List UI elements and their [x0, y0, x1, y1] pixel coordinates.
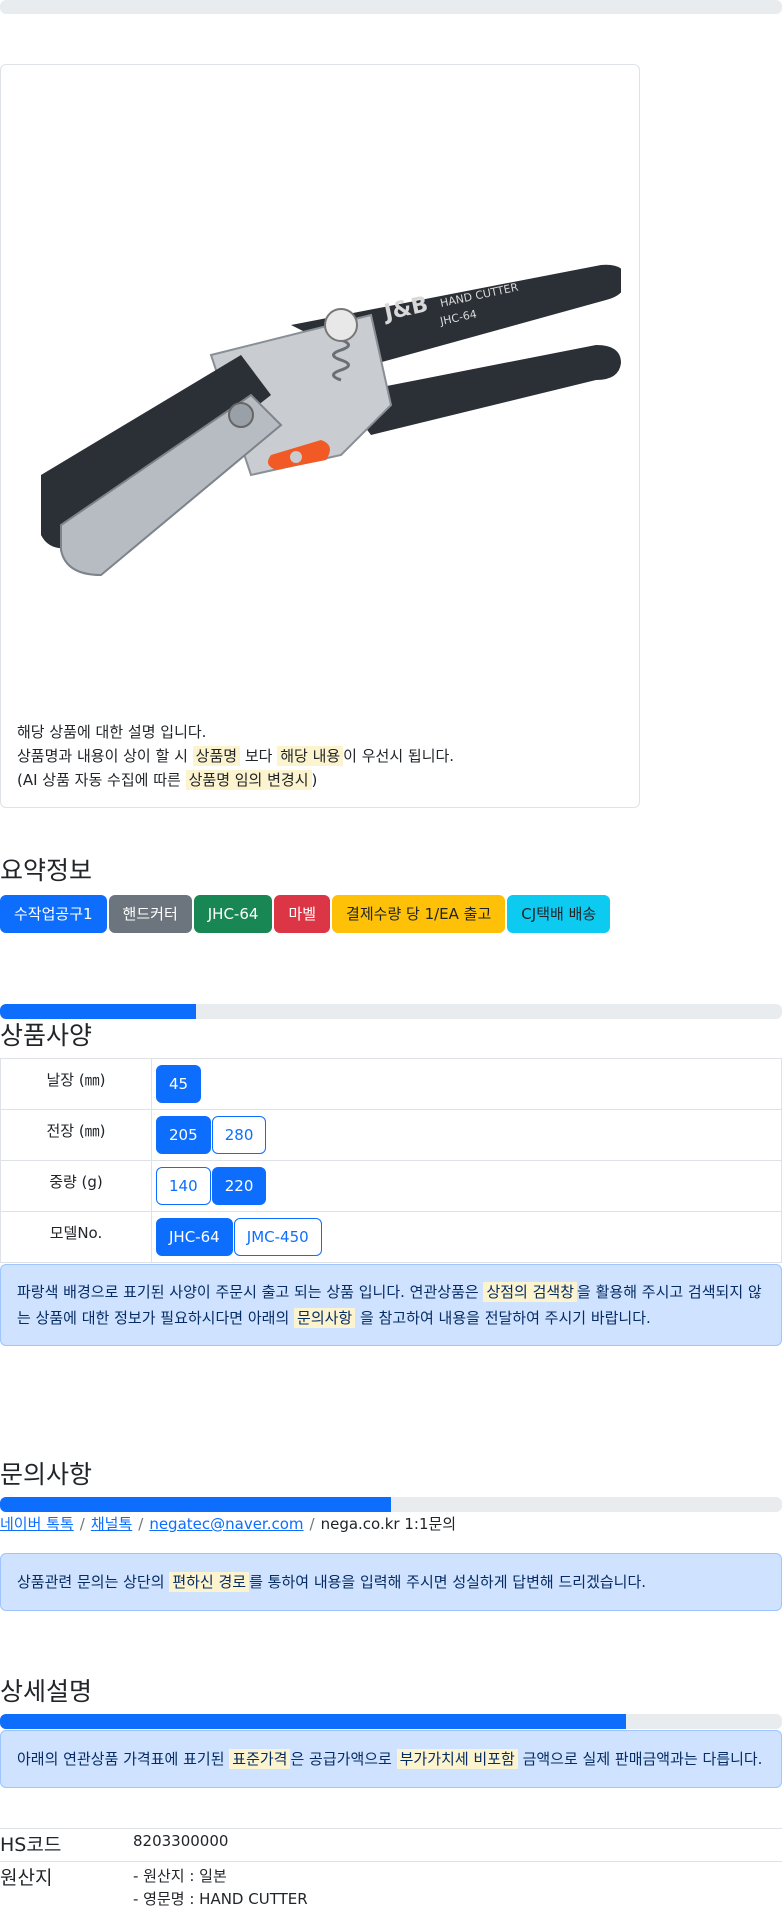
highlight: 상품명 임의 변경시 [185, 770, 312, 790]
top-progress-bar [0, 0, 782, 14]
spec-option[interactable]: 220 [211, 1167, 267, 1205]
notice-text: ) [311, 771, 318, 789]
spec-label: 전장 (㎜) [0, 1109, 152, 1161]
alert-text: 은 공급가액으로 [290, 1750, 397, 1768]
spec-row: 전장 (㎜) 205 280 [0, 1109, 782, 1161]
highlight: 상품명 [192, 746, 241, 766]
product-card: J&B HAND CUTTER JHC-64 해당 상품에 대한 설명 입니다.… [0, 64, 640, 808]
alert-text: 금액으로 실제 판매금액과는 다릅니다. [517, 1750, 763, 1768]
spec-label: 날장 (㎜) [0, 1058, 152, 1110]
alert-text: 상품관련 문의는 상단의 [17, 1573, 170, 1591]
spec-values: JHC-64 JMC-450 [151, 1211, 782, 1263]
badge-type: 핸드커터 [108, 895, 192, 933]
origin-row: 원산지 - 원산지 : 일본 - 영문명 : HAND CUTTER [0, 1861, 782, 1910]
notice-text: 상품명과 내용이 상이 할 시 [17, 747, 193, 765]
alert-text: 파랑색 배경으로 표기된 사양이 주문시 출고 되는 상품 입니다. 연관상품은 [17, 1283, 484, 1301]
inquiry-progress [0, 1497, 782, 1512]
naver-talk-link[interactable]: 네이버 톡톡 [0, 1515, 74, 1533]
alert-text: 를 통하여 내용을 입력해 주시면 성실하게 답변해 드리겠습니다. [249, 1573, 647, 1591]
spec-option[interactable]: JMC-450 [233, 1218, 322, 1256]
spec-row: 중량 (g) 140 220 [0, 1160, 782, 1212]
notice-line-2: 상품명과 내용이 상이 할 시 상품명 보다 해당 내용 이 우선시 됩니다. [17, 744, 454, 768]
specs-progress [0, 1004, 782, 1019]
separator: / [79, 1515, 85, 1533]
channel-talk-link[interactable]: 채널톡 [91, 1515, 132, 1533]
spec-values: 45 [151, 1058, 782, 1110]
badge-category: 수작업공구1 [0, 895, 107, 933]
notice-line-1: 해당 상품에 대한 설명 입니다. [17, 723, 207, 741]
origin-line: - 영문명 : HAND CUTTER [133, 1890, 308, 1908]
hs-code-row: HS코드 8203300000 [0, 1828, 782, 1862]
badge-brand: 마벨 [274, 895, 331, 933]
badge-shipping: CJ택배 배송 [507, 895, 611, 933]
inquiry-title: 문의사항 [0, 1460, 93, 1489]
product-image: J&B HAND CUTTER JHC-64 [41, 264, 621, 577]
spec-table: 날장 (㎜) 45 전장 (㎜) 205 280 중량 (g) 140 220 … [0, 1058, 782, 1263]
separator: / [309, 1515, 315, 1533]
product-notice: 해당 상품에 대한 설명 입니다. 상품명과 내용이 상이 할 시 상품명 보다… [17, 720, 454, 792]
spec-option[interactable]: 140 [156, 1167, 211, 1205]
badge-quantity: 결제수량 당 1/EA 출고 [332, 895, 506, 933]
detail-progress [0, 1714, 782, 1729]
contact-links: 네이버 톡톡 / 채널톡 / negatec@naver.com / nega.co.kr … [0, 1513, 456, 1534]
spec-label: 중량 (g) [0, 1160, 152, 1212]
badge-model: JHC-64 [193, 895, 273, 933]
spec-values: 140 220 [151, 1160, 782, 1212]
highlight: 상점의 검색창 [483, 1282, 578, 1302]
specs-alert: 파랑색 배경으로 표기된 사양이 주문시 출고 되는 상품 입니다. 연관상품은… [0, 1264, 782, 1346]
separator: / [138, 1515, 144, 1533]
notice-text: (AI 상품 자동 수집에 따른 [17, 771, 186, 789]
alert-text: 아래의 연관상품 가격표에 표기된 [17, 1750, 230, 1768]
origin-values: - 원산지 : 일본 - 영문명 : HAND CUTTER [133, 1865, 308, 1910]
spec-option[interactable]: 205 [156, 1116, 211, 1154]
spec-option[interactable]: JHC-64 [156, 1218, 233, 1256]
highlight: 문의사항 [294, 1308, 356, 1328]
detail-alert: 아래의 연관상품 가격표에 표기된 표준가격 은 공급가액으로 부가가치세 비포함… [0, 1730, 782, 1788]
email-link[interactable]: negatec@naver.com [149, 1515, 303, 1533]
spec-option[interactable]: 280 [211, 1116, 267, 1154]
summary-title: 요약정보 [0, 856, 93, 885]
notice-line-3: (AI 상품 자동 수집에 따른 상품명 임의 변경시) [17, 768, 454, 792]
inquiry-progress-fill [0, 1497, 391, 1512]
summary-badges: 수작업공구1 핸드커터 JHC-64 마벨 결제수량 당 1/EA 출고 CJ택… [0, 895, 611, 933]
highlight: 표준가격 [229, 1749, 291, 1769]
notice-text: 이 우선시 됩니다. [343, 747, 455, 765]
highlight: 해당 내용 [277, 746, 344, 766]
inquiry-alert: 상품관련 문의는 상단의 편하신 경로 를 통하여 내용을 입력해 주시면 성실하… [0, 1553, 782, 1611]
origin-label: 원산지 [0, 1867, 53, 1889]
highlight: 부가가치세 비포함 [396, 1749, 518, 1769]
detail-title: 상세설명 [0, 1677, 93, 1706]
hs-code-value: 8203300000 [133, 1832, 229, 1850]
highlight: 편하신 경로 [169, 1572, 250, 1592]
origin-line: - 원산지 : 일본 [133, 1867, 227, 1885]
site-inquiry-text: nega.co.kr 1:1문의 [320, 1515, 457, 1533]
spec-values: 205 280 [151, 1109, 782, 1161]
specs-title: 상품사양 [0, 1021, 93, 1050]
spec-row: 날장 (㎜) 45 [0, 1058, 782, 1110]
hs-code-label: HS코드 [0, 1834, 62, 1856]
detail-progress-fill [0, 1714, 626, 1729]
notice-text: 보다 [240, 747, 278, 765]
spec-label: 모델No. [0, 1211, 152, 1263]
spec-row: 모델No. JHC-64 JMC-450 [0, 1211, 782, 1263]
alert-text: 을 참고하여 내용을 전달하여 주시기 바랍니다. [355, 1309, 651, 1327]
spec-option[interactable]: 45 [156, 1065, 202, 1103]
